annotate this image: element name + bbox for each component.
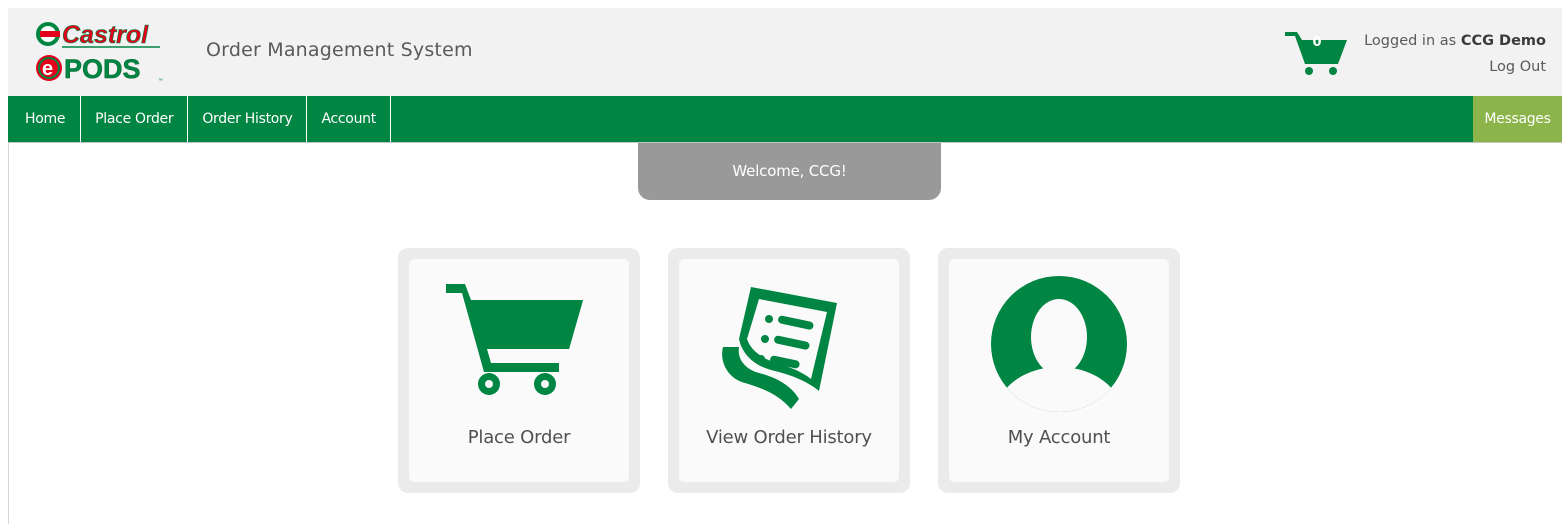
logo-castrol-text: Castrol (62, 21, 149, 49)
content-left-border (8, 143, 9, 524)
tile-order-history-label: View Order History (706, 427, 872, 448)
nav-account[interactable]: Account (307, 96, 391, 142)
app-title: Order Management System (206, 39, 473, 61)
tile-order-history-inner: View Order History (679, 259, 899, 482)
logo-pods-text: PODS (64, 54, 141, 84)
logged-in-line: Logged in as CCG Demo (1364, 28, 1546, 54)
logged-in-label: Logged in as (1364, 33, 1457, 49)
tile-place-order-inner: Place Order (409, 259, 629, 482)
castrol-epods-logo[interactable]: Castrol e PODS ™ (34, 18, 168, 86)
messages-button[interactable]: Messages (1473, 96, 1562, 142)
tile-my-account-label: My Account (1007, 427, 1111, 448)
cart-icon (1285, 32, 1347, 75)
cart-icon (446, 284, 583, 395)
nav-order-history[interactable]: Order History (188, 96, 308, 142)
cart-count-badge: 0 (1312, 35, 1322, 50)
user-name: CCG Demo (1460, 33, 1546, 49)
user-info: Logged in as CCG Demo Log Out (1364, 28, 1546, 80)
tile-place-order[interactable]: Place Order (398, 248, 640, 493)
tile-place-order-label: Place Order (467, 427, 571, 448)
tile-order-history[interactable]: View Order History (668, 248, 910, 493)
logo-e-text: e (42, 58, 53, 80)
receipt-icon (722, 287, 837, 409)
tile-my-account[interactable]: My Account (938, 248, 1180, 493)
user-icon (991, 276, 1127, 412)
header: Castrol e PODS ™ Order Management System… (8, 8, 1562, 96)
tile-my-account-inner: My Account (949, 259, 1169, 482)
main-nav: Home Place Order Order History Account M… (8, 96, 1562, 143)
svg-text:™: ™ (158, 78, 163, 84)
welcome-banner: Welcome, CCG! (638, 143, 941, 200)
logout-link[interactable]: Log Out (1489, 59, 1546, 75)
nav-place-order[interactable]: Place Order (81, 96, 189, 142)
header-cart-button[interactable]: 0 (1283, 26, 1349, 76)
nav-home[interactable]: Home (8, 96, 82, 142)
page: Castrol e PODS ™ Order Management System… (0, 0, 1562, 524)
